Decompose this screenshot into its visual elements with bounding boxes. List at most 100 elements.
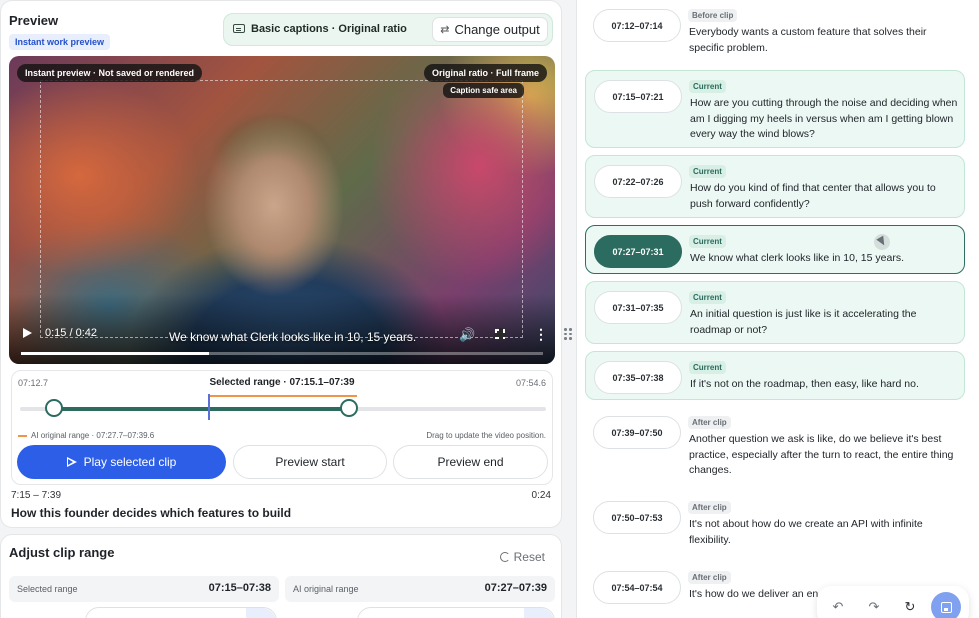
preview-start-button[interactable]: Preview start <box>233 445 387 479</box>
segment-status-badge: Current <box>689 235 726 248</box>
clip-title: How this founder decides which features … <box>11 506 292 520</box>
transcript-segment[interactable]: 07:22–07:26 Current How do you kind of fin… <box>585 155 965 218</box>
transcript-segment[interactable]: 07:12–07:14 Before clip Everybody wants a … <box>585 0 965 56</box>
preview-end-button[interactable]: Preview end <box>393 445 548 479</box>
range-end-handle[interactable] <box>340 399 359 417</box>
play-selected-clip-button[interactable]: Play selected clip <box>17 445 226 479</box>
video-caption: We know what Clerk looks like in 10, 15 … <box>169 330 417 344</box>
video-progress[interactable] <box>21 352 543 355</box>
change-output-label: Change output <box>454 22 540 37</box>
segment-status-badge: Current <box>689 165 726 178</box>
app-root: Preview Instant work preview Basic capti… <box>0 0 979 618</box>
start-time-stepper[interactable] <box>85 607 277 618</box>
change-output-button[interactable]: ⇄ Change output <box>432 17 548 42</box>
reset-icon <box>499 552 510 562</box>
safe-area-tag: Caption safe area <box>443 83 524 98</box>
adjust-clip-panel: Adjust clip range Reset Selected range 0… <box>0 534 562 618</box>
range-selector: 07:12.7 Selected range · 07:15.1–07:39 0… <box>11 370 553 485</box>
cursor-icon <box>874 234 890 250</box>
segment-status-badge: After clip <box>688 501 731 514</box>
refresh-icon[interactable]: ↻ <box>895 592 925 618</box>
save-icon <box>940 601 952 613</box>
save-button[interactable] <box>931 592 961 618</box>
range-end-time: 07:54.6 <box>515 378 546 388</box>
output-settings: Basic captions · Original ratio ⇄ Change… <box>223 13 553 46</box>
segment-timestamp[interactable]: 07:50–07:53 <box>593 501 681 534</box>
segment-timestamp[interactable]: 07:22–07:26 <box>594 165 682 198</box>
playhead[interactable] <box>208 394 211 420</box>
segment-text[interactable]: If it's not on the roadmap, then easy, l… <box>690 377 960 393</box>
segment-text[interactable]: It's not about how do we create an API w… <box>689 517 959 548</box>
reset-label: Reset <box>513 550 545 564</box>
ai-range-marker <box>208 395 357 397</box>
segment-timestamp[interactable]: 07:35–07:38 <box>594 361 682 394</box>
selected-range-value: 07:15–07:38 <box>208 582 271 594</box>
segment-timestamp[interactable]: 07:31–07:35 <box>594 291 682 324</box>
transcript-segment[interactable]: 07:39–07:50 After clip Another question we… <box>585 407 965 485</box>
ai-range-value: 07:27–07:39 <box>484 582 547 594</box>
ai-range-summary: AI original range 07:27–07:39 <box>285 576 555 602</box>
transcript-segment[interactable]: 07:27–07:31 Current We know what clerk loo… <box>585 225 965 274</box>
redo-icon[interactable]: ↷ <box>859 592 889 618</box>
segment-status-badge: Before clip <box>688 9 738 22</box>
undo-icon[interactable]: ↶ <box>823 592 853 618</box>
ai-legend-label: AI original range · 07:27.7–07:39.6 <box>31 431 155 440</box>
segment-status-badge: Current <box>689 291 726 304</box>
clip-time-range: 7:15 – 7:39 <box>11 490 62 501</box>
video-time: 0:15 / 0:42 <box>45 327 97 339</box>
reset-button[interactable]: Reset <box>499 550 545 564</box>
transcript-segment[interactable]: 07:35–07:38 Current If it's not on the roa… <box>585 351 965 400</box>
segment-timestamp[interactable]: 07:39–07:50 <box>593 416 681 449</box>
sliders-icon: ⇄ <box>440 24 450 36</box>
instant-preview-badge: Instant work preview <box>9 34 111 50</box>
selected-range-fill <box>53 407 350 411</box>
fullscreen-icon[interactable] <box>494 328 506 340</box>
segment-text[interactable]: Everybody wants a custom feature that so… <box>689 25 959 56</box>
drag-hint: Drag to update the video position. <box>426 431 546 440</box>
segment-status-badge: Current <box>689 80 726 93</box>
range-start-handle[interactable] <box>44 399 63 417</box>
panel-resize-handle[interactable] <box>564 322 572 346</box>
range-title: Selected range · 07:15.1–07:39 <box>209 377 355 388</box>
segment-text[interactable]: Another question we ask is like, do we b… <box>689 432 959 479</box>
segment-status-badge: After clip <box>688 571 731 584</box>
selected-range-label: Selected range <box>17 584 78 594</box>
segment-text[interactable]: We know what clerk looks like in 10, 15 … <box>690 251 960 267</box>
transcript-segment[interactable]: 07:31–07:35 Current An initial question is… <box>585 281 965 344</box>
adjust-title: Adjust clip range <box>9 545 115 560</box>
volume-icon[interactable]: 🔊 <box>459 327 475 343</box>
segment-timestamp[interactable]: 07:27–07:31 <box>594 235 682 268</box>
instant-preview-tag: Instant preview · Not saved or rendered <box>17 64 203 82</box>
play-icon[interactable] <box>23 328 32 338</box>
edit-toolbar: ↶ ↷ ↻ <box>817 586 969 618</box>
captions-icon <box>233 24 245 33</box>
segment-text[interactable]: How are you cutting through the noise an… <box>690 96 960 143</box>
segment-timestamp[interactable]: 07:12–07:14 <box>593 9 681 42</box>
preview-title: Preview <box>9 13 59 28</box>
range-slider[interactable] <box>20 394 546 420</box>
caption-safe-area <box>40 80 523 338</box>
ai-range-label: AI original range <box>293 584 359 594</box>
video-controls: 0:15 / 0:42 We know what Clerk looks lik… <box>9 314 555 364</box>
video-progress-fill <box>21 352 209 355</box>
segment-timestamp[interactable]: 07:15–07:21 <box>594 80 682 113</box>
transcript-segment[interactable]: 07:50–07:53 After clip It's not about how … <box>585 492 965 555</box>
video-player[interactable]: Instant preview · Not saved or rendered … <box>9 56 555 364</box>
selected-range-summary: Selected range 07:15–07:38 <box>9 576 279 602</box>
segment-text[interactable]: An initial question is just like is it a… <box>690 307 960 338</box>
preview-panel: Preview Instant work preview Basic capti… <box>0 0 562 528</box>
transcript-panel: 07:12–07:14 Before clip Everybody wants a … <box>577 0 979 618</box>
more-options-icon[interactable]: ⋮ <box>534 326 548 343</box>
play-outline-icon <box>66 456 77 468</box>
ai-legend-swatch <box>18 434 27 437</box>
preview-buttons: Play selected clip Preview start Preview… <box>17 445 549 479</box>
ratio-tag: Original ratio · Full frame <box>423 64 547 82</box>
ai-range-legend: AI original range · 07:27.7–07:39.6 <box>18 431 154 440</box>
end-time-stepper[interactable] <box>357 607 555 618</box>
play-selected-label: Play selected clip <box>83 455 177 469</box>
segment-status-badge: Current <box>689 361 726 374</box>
segment-text[interactable]: How do you kind of find that center that… <box>690 181 960 212</box>
segment-timestamp[interactable]: 07:54–07:54 <box>593 571 681 604</box>
output-label: Basic captions · Original ratio <box>251 23 407 35</box>
transcript-segment[interactable]: 07:15–07:21 Current How are you cutting th… <box>585 70 965 148</box>
